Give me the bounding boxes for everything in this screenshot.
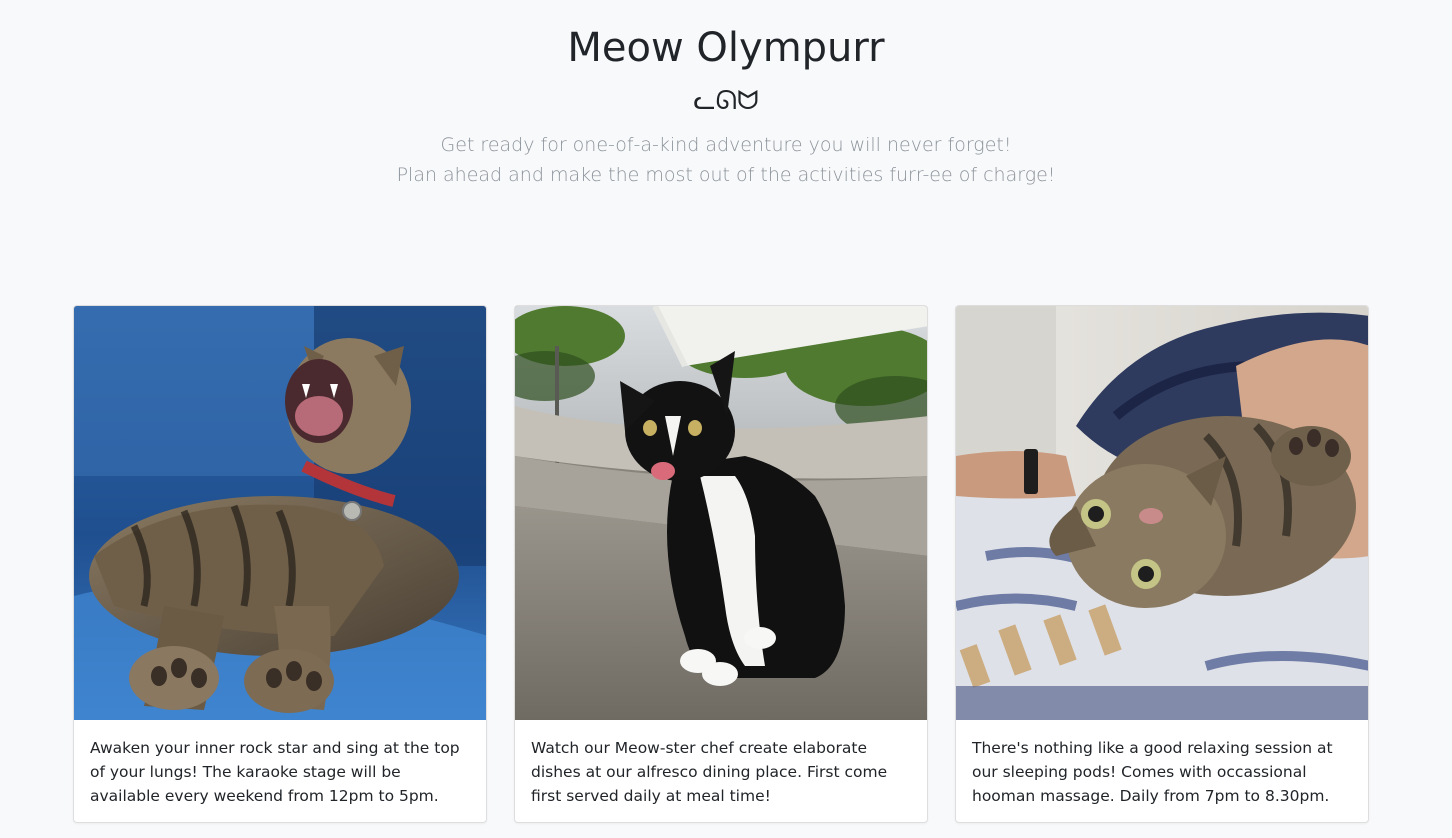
page: Meow Olympurr ᓚᘏᗢ Get ready for one-of-a…	[0, 0, 1452, 838]
activity-cards: Awaken your inner rock star and sing at …	[73, 305, 1369, 823]
sleeping-cat-image	[956, 306, 1368, 720]
chef-cat-image	[515, 306, 927, 720]
hero-header: Meow Olympurr ᓚᘏᗢ Get ready for one-of-a…	[0, 0, 1452, 190]
activity-card-text: Awaken your inner rock star and sing at …	[90, 739, 460, 805]
page-title: Meow Olympurr	[567, 25, 885, 71]
activity-card-chef: Watch our Meow-ster chef create elaborat…	[514, 305, 928, 823]
cat-logo-mark: ᓚᘏᗢ	[693, 86, 759, 116]
activity-card-text: There's nothing like a good relaxing ses…	[972, 739, 1333, 805]
activity-card-sleeping-pods: There's nothing like a good relaxing ses…	[955, 305, 1369, 823]
tagline-line-1: Get ready for one-of-a-kind adventure yo…	[440, 134, 1012, 156]
activity-card-text: Watch our Meow-ster chef create elaborat…	[531, 739, 888, 805]
tagline: Get ready for one-of-a-kind adventure yo…	[0, 130, 1452, 190]
activity-card-karaoke: Awaken your inner rock star and sing at …	[73, 305, 487, 823]
karaoke-cat-image	[74, 306, 486, 720]
tagline-line-2: Plan ahead and make the most out of the …	[396, 164, 1056, 186]
